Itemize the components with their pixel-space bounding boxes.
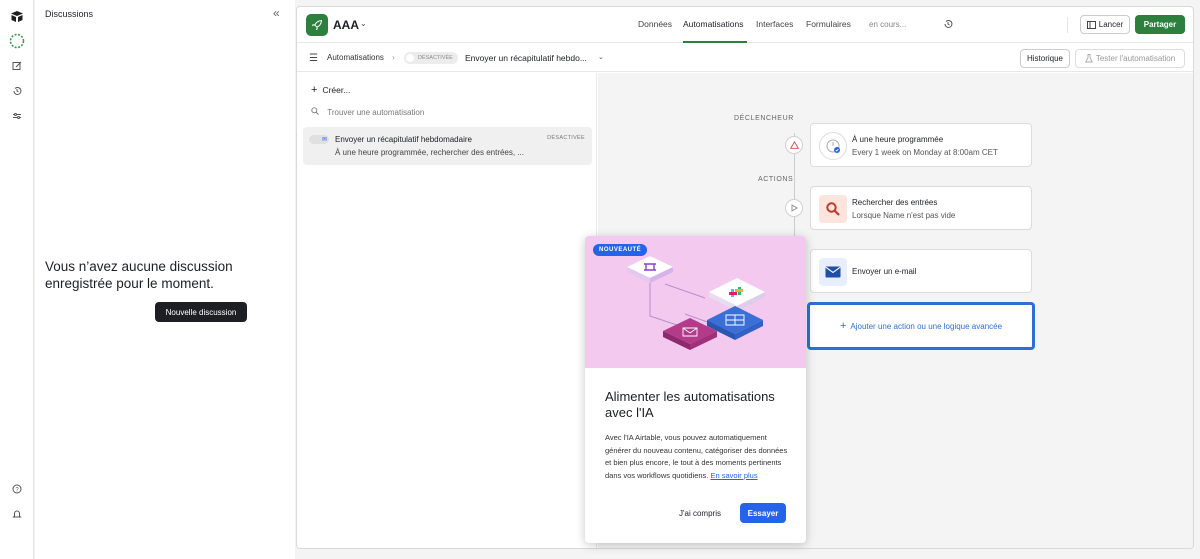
compose-icon[interactable] [9,58,25,74]
history-icon[interactable] [9,83,25,99]
trigger-subtitle: Every 1 week on Monday at 8:00am CET [852,148,998,157]
test-automation-label: Tester l'automatisation [1095,54,1176,63]
new-discussion-button[interactable]: Nouvelle discussion [155,302,247,322]
trigger-title: À une heure programmée [852,135,944,144]
launch-icon [1086,20,1096,29]
plus-icon: + [839,320,847,332]
new-feature-badge: NOUVEAUTÉ [593,244,648,256]
search-automation-input[interactable]: Trouver une automatisation [311,107,430,117]
trigger-section-label: DÉCLENCHEUR [734,115,794,122]
airtable-logo-icon[interactable] [9,8,25,24]
warning-icon [785,136,803,154]
active-tab-underline [683,41,747,43]
flask-icon [1084,54,1093,63]
tab-donnees[interactable]: Données [638,19,672,29]
menu-icon[interactable]: ☰ [309,53,318,64]
launch-button[interactable]: Lancer [1080,15,1130,34]
launch-label: Lancer [1098,20,1124,29]
create-label: Créer... [322,85,351,95]
popup-body: Avec l'IA Airtable, vous pouvez automati… [605,432,790,482]
tab-automatisations[interactable]: Automatisations [683,19,743,29]
action-title: Envoyer un e-mail [852,267,917,276]
actions-section-label: ACTIONS [758,176,794,183]
mail-icon: ✉ [309,135,329,144]
list-item-name: Envoyer un récapitulatif hebdomadaire [335,135,472,144]
history-icon[interactable] [943,19,953,32]
share-button[interactable]: Partager [1135,15,1185,34]
list-item[interactable]: ✉ Envoyer un récapitulatif hebdomadaire … [303,127,592,165]
bell-icon[interactable] [9,506,25,522]
history-button[interactable]: Historique [1020,49,1070,68]
ai-feature-popup: NOUVEAUTÉ Alimenter les automatisations … [585,236,806,543]
breadcrumb-automatisations[interactable]: Automatisations [327,53,384,62]
action-subtitle: Lorsque Name n'est pas vide [852,211,956,220]
help-icon[interactable]: ? [9,481,25,497]
collapse-panel-icon[interactable]: « [273,6,280,20]
status-badge: DÉSACTIVÉE [547,135,585,141]
sliders-icon[interactable] [9,108,25,124]
test-automation-button[interactable]: Tester l'automatisation [1075,49,1185,68]
automation-toolbar: ☰ Automatisations › DÉSACTIVÉE Envoyer u… [297,44,1193,72]
empty-discussions-message: Vous n’avez aucune discussion enregistré… [45,259,233,291]
plus-icon: + [311,84,318,96]
top-bar: AAA ⌄ Données Automatisations Interfaces… [297,7,1193,43]
left-rail: ? [0,0,34,559]
tab-interfaces[interactable]: Interfaces [756,19,793,29]
base-name[interactable]: AAA [333,18,359,32]
search-icon [311,107,321,117]
hero-illustration: NOUVEAUTÉ [585,236,806,368]
chevron-down-icon[interactable]: ⌄ [360,19,367,28]
dismiss-button[interactable]: J'ai compris [672,503,728,523]
popup-title: Alimenter les automatisations avec l'IA [605,389,775,420]
try-button[interactable]: Essayer [740,503,786,523]
learn-more-link[interactable]: En savoir plus [710,471,757,480]
search-placeholder: Trouver une automatisation [327,108,425,117]
status-text: en cours... [869,20,907,29]
chevron-down-icon[interactable]: ⌄ [598,53,604,61]
automations-list: + Créer... Trouver une automatisation ✉ E… [297,73,597,548]
action-card-search[interactable]: Rechercher des entrées Lorsque Name n'es… [810,186,1032,230]
mail-icon [819,258,847,286]
list-item-description: À une heure programmée, rechercher des e… [335,148,524,157]
add-action-label: Ajouter une action ou une logique avancé… [850,321,1003,331]
automation-name[interactable]: Envoyer un récapitulatif hebdo... [465,53,587,63]
divider [1067,17,1068,33]
ai-block-icon [627,256,673,283]
breadcrumb-separator: › [392,53,395,62]
trigger-card[interactable]: À une heure programmée Every 1 week on M… [810,123,1032,167]
add-action-button[interactable]: + Ajouter une action ou une logique avan… [807,302,1035,350]
discussions-title: Discussions [45,9,94,19]
discussions-panel: Discussions « Vous n’avez aucune discuss… [35,0,295,559]
automation-status-toggle[interactable]: DÉSACTIVÉE [404,52,458,64]
create-automation-button[interactable]: + Créer... [311,84,350,96]
action-title: Rechercher des entrées [852,198,938,207]
play-icon [785,199,803,217]
popup-body-text: Avec l'IA Airtable, vous pouvez automati… [605,433,788,480]
action-card-email[interactable]: Envoyer un e-mail [810,249,1032,293]
search-icon [819,195,847,223]
clock-icon [819,132,847,160]
slack-block-icon [709,278,765,311]
omni-ai-icon[interactable] [9,33,25,49]
app-rocket-icon[interactable] [306,14,328,36]
tab-formulaires[interactable]: Formulaires [806,19,851,29]
